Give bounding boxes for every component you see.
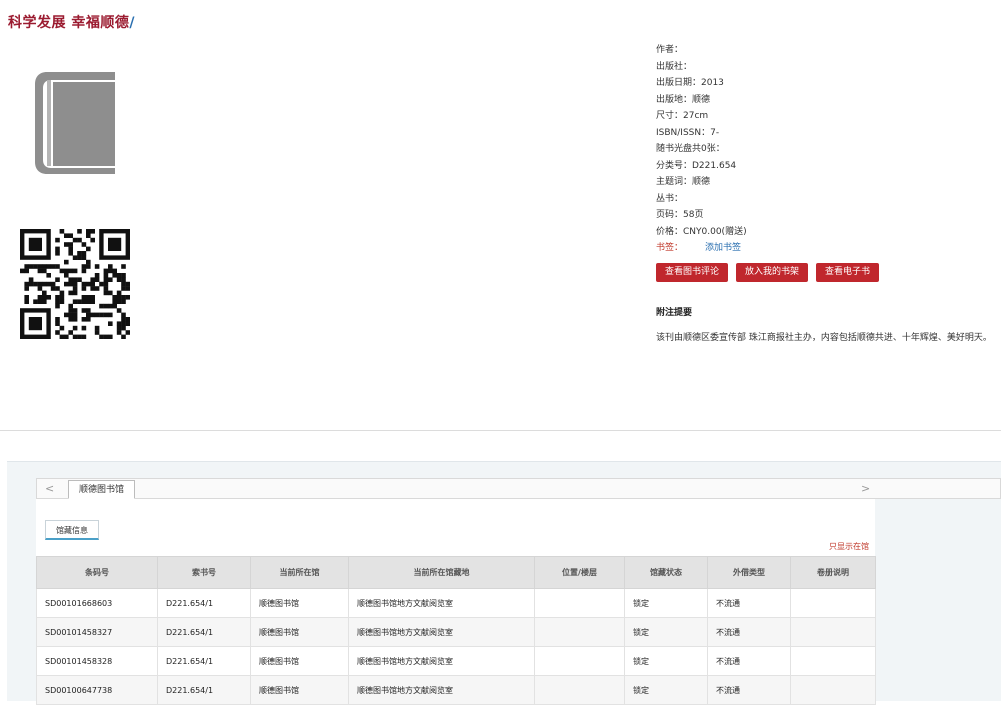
notes-text: 该刊由顺德区委宣传部 珠江商报社主办，内容包括顺德共进、十年辉煌、美好明天。	[656, 333, 992, 343]
table-cell: 顺德图书馆地方文献阅览室	[348, 646, 535, 676]
add-to-shelf-button[interactable]: 放入我的书架	[736, 263, 809, 282]
metadata-row: 丛书：	[656, 193, 684, 204]
metadata-row: 尺寸：27cm	[656, 111, 709, 121]
metadata-row: ISBN/ISSN：7-	[656, 127, 720, 138]
metadata-row: 随书光盘共0张：	[656, 144, 725, 154]
tab-shunde-library[interactable]: 顺德图书馆	[68, 480, 136, 499]
tags-label: 书签：	[656, 243, 684, 253]
metadata-row: 页码：58页	[656, 210, 704, 220]
table-cell: 不流通	[707, 617, 791, 647]
book-cover-icon	[35, 72, 115, 174]
table-row: SD00101458328 D221.654/1 顺德图书馆 顺德图书馆地方文献阅览室…	[36, 646, 876, 676]
table-cell: 顺德图书馆	[250, 646, 349, 676]
title-slash: /	[129, 15, 135, 31]
tab-holdings-info[interactable]: 馆藏信息	[45, 520, 99, 540]
table-cell	[534, 675, 625, 705]
table-row: SD00101668603 D221.654/1 顺德图书馆 顺德图书馆地方文献阅览室…	[36, 588, 876, 618]
table-cell: D221.654/1	[157, 646, 251, 676]
metadata-row: 主题词：顺德	[656, 177, 711, 187]
page-title: 科学发展 幸福顺德/	[8, 12, 135, 32]
section-divider	[0, 430, 1001, 431]
page-title-text: 科学发展 幸福顺德	[8, 15, 130, 31]
tab-next-arrow-icon[interactable]: >	[861, 482, 870, 495]
table-row: SD00101458327 D221.654/1 顺德图书馆 顺德图书馆地方文献阅览室…	[36, 617, 876, 647]
metadata-row: 出版地：顺德	[656, 94, 711, 105]
table-cell: 顺德图书馆地方文献阅览室	[348, 675, 535, 705]
library-tab-bar: < >	[36, 478, 1001, 499]
table-cell	[790, 675, 876, 705]
column-header[interactable]: 索书号	[157, 556, 251, 589]
metadata-row: 作者：	[656, 45, 684, 55]
table-cell: 顺德图书馆	[250, 588, 349, 618]
table-cell: 顺德图书馆	[250, 617, 349, 647]
tab-prev-arrow-icon[interactable]: <	[45, 482, 54, 495]
column-header[interactable]: 卷册说明	[790, 556, 876, 589]
table-cell: 锁定	[624, 675, 708, 705]
metadata-row: 出版社：	[656, 61, 693, 72]
notes-title: 附注提要	[656, 308, 693, 318]
tags-row: 书签： 添加书签	[656, 240, 747, 257]
table-cell: 不流通	[707, 646, 791, 676]
holdings-table: 条码号 索书号 当前所在馆 当前所在馆藏地 位置/楼层 馆藏状态 外借类型 卷册说明 SD00…	[36, 556, 876, 705]
column-header[interactable]: 条码号	[36, 556, 158, 589]
column-header[interactable]: 当前所在馆藏地	[348, 556, 535, 589]
book-metadata: 作者： 出版社： 出版日期：2013 出版地：顺德 尺寸：27cm ISBN/ISSN：7…	[656, 42, 747, 257]
table-body: SD00101668603 D221.654/1 顺德图书馆 顺德图书馆地方文献阅览室…	[36, 588, 876, 705]
action-buttons: 查看图书评论 放入我的书架 查看电子书	[656, 263, 880, 282]
table-cell	[534, 617, 625, 647]
table-cell: 顺德图书馆	[250, 675, 349, 705]
table-cell: 不流通	[707, 588, 791, 618]
table-cell: 锁定	[624, 617, 708, 647]
table-cell: D221.654/1	[157, 617, 251, 647]
table-row: SD00100647738 D221.654/1 顺德图书馆 顺德图书馆地方文献阅览室…	[36, 675, 876, 705]
column-header[interactable]: 位置/楼层	[534, 556, 625, 589]
view-ebook-button[interactable]: 查看电子书	[816, 263, 880, 282]
table-cell: D221.654/1	[157, 675, 251, 705]
table-cell: 不流通	[707, 675, 791, 705]
table-cell: SD00100647738	[36, 675, 158, 705]
table-cell: 锁定	[624, 646, 708, 676]
view-reviews-button[interactable]: 查看图书评论	[656, 263, 729, 282]
column-header[interactable]: 外借类型	[707, 556, 791, 589]
metadata-row: 分类号：D221.654	[656, 160, 737, 171]
table-cell	[790, 588, 876, 618]
table-cell: SD00101458328	[36, 646, 158, 676]
table-cell: SD00101668603	[36, 588, 158, 618]
table-cell: 锁定	[624, 588, 708, 618]
qr-code-icon	[20, 229, 130, 339]
table-cell: 顺德图书馆地方文献阅览室	[348, 588, 535, 618]
table-cell	[534, 646, 625, 676]
column-header[interactable]: 馆藏状态	[624, 556, 708, 589]
table-header-row: 条码号 索书号 当前所在馆 当前所在馆藏地 位置/楼层 馆藏状态 外借类型 卷册说明	[36, 556, 876, 589]
metadata-row: 价格：CNY0.00(赠送)	[656, 226, 747, 237]
metadata-row: 出版日期：2013	[656, 78, 724, 88]
table-cell	[790, 617, 876, 647]
column-header[interactable]: 当前所在馆	[250, 556, 349, 589]
table-cell: 顺德图书馆地方文献阅览室	[348, 617, 535, 647]
metadata-rows: 作者： 出版社： 出版日期：2013 出版地：顺德 尺寸：27cm ISBN/ISSN：7…	[656, 42, 747, 240]
table-cell	[534, 588, 625, 618]
only-show-available-link[interactable]: 只显示在馆	[829, 541, 869, 552]
table-cell: D221.654/1	[157, 588, 251, 618]
table-cell	[790, 646, 876, 676]
add-tag-link[interactable]: 添加书签	[705, 243, 741, 253]
table-cell: SD00101458327	[36, 617, 158, 647]
